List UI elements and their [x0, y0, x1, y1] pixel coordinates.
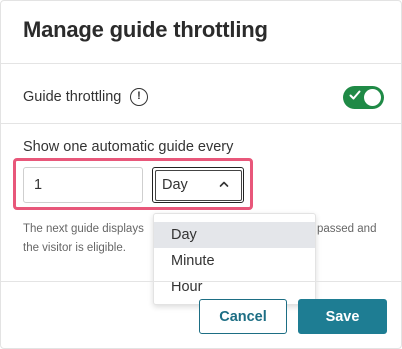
option-hour[interactable]: Hour: [154, 274, 315, 300]
guide-throttling-toggle[interactable]: [343, 86, 384, 109]
help-text-line2: the visitor is eligible.: [23, 242, 126, 254]
option-minute[interactable]: Minute: [154, 248, 315, 274]
info-circle-icon[interactable]: !: [130, 88, 148, 106]
manage-guide-throttling-modal: Manage guide throttling Guide throttling…: [0, 0, 402, 349]
toggle-knob: [364, 89, 381, 106]
guide-throttling-row: Guide throttling !: [23, 86, 384, 109]
chevron-up-icon: [219, 181, 229, 187]
modal-title: Manage guide throttling: [23, 17, 268, 42]
frequency-label: Show one automatic guide every: [23, 139, 234, 155]
time-unit-dropdown: Day Minute Hour: [153, 213, 316, 305]
footer-divider: [1, 281, 401, 282]
guide-count-input[interactable]: [23, 167, 143, 203]
section-divider: [1, 123, 401, 124]
modal-header: Manage guide throttling: [1, 1, 401, 64]
help-text-line1-end: passed and: [317, 223, 377, 235]
save-button[interactable]: Save: [298, 299, 387, 334]
cancel-button[interactable]: Cancel: [199, 299, 287, 334]
check-icon: [349, 90, 361, 100]
help-text-line1-start: The next guide displays: [23, 223, 144, 235]
time-unit-select[interactable]: Day: [152, 167, 244, 203]
time-unit-selected-value: Day: [162, 177, 188, 193]
option-day[interactable]: Day: [154, 222, 315, 248]
guide-throttling-label: Guide throttling: [23, 89, 122, 105]
